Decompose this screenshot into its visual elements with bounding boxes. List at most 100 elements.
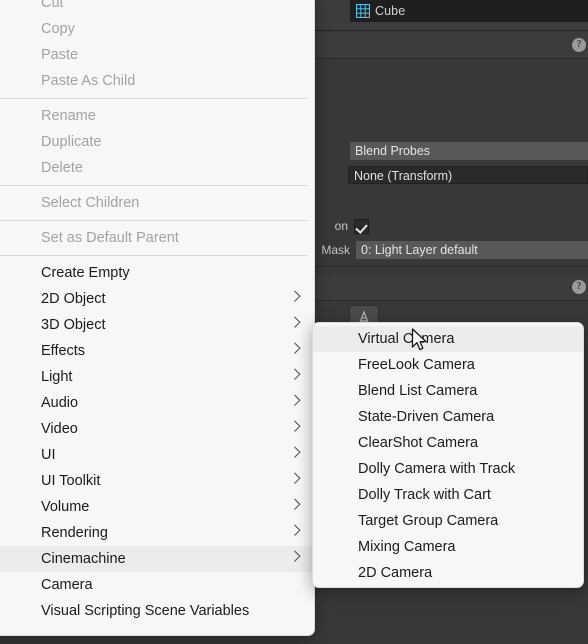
menu-item-label: Light [41,369,73,385]
checkbox-row-label: on [334,219,348,233]
submenu-item-label: Virtual Camera [358,331,455,347]
menu-item-label: Delete [41,160,83,176]
menu-item-label: Cut [41,0,64,11]
submenu-item-label: ClearShot Camera [358,435,479,451]
menu-item-copy: Copy [0,16,314,42]
menu-item-create-empty[interactable]: Create Empty [0,260,314,286]
menu-item-label: 3D Object [41,317,106,333]
menu-item-audio[interactable]: Audio [0,390,314,416]
cast-shadows-row: on [312,217,588,235]
menu-item-label: Paste As Child [41,73,136,89]
inspector-component-header: rer ? [296,31,588,59]
menu-item-label: Video [41,421,78,437]
cast-shadows-checkbox[interactable] [354,218,369,234]
inspector-divider [310,266,588,267]
menu-item-select-children: Select Children [0,190,314,216]
hierarchy-item-cube[interactable]: Cube [350,0,588,22]
menu-item-label: 2D Object [41,291,106,307]
menu-item-effects[interactable]: Effects [0,338,314,364]
menu-item-2d-object[interactable]: 2D Object [0,286,314,312]
menu-item-cut: Cut [0,0,314,16]
menu-item-label: Select Children [41,195,140,211]
submenu-item-label: Dolly Track with Cart [358,487,491,503]
menu-item-light[interactable]: Light [0,364,314,390]
menu-item-paste-as-child: Paste As Child [0,68,314,94]
hierarchy-panel: Cube [310,0,588,31]
menu-item-label: Volume [41,499,90,515]
submenu-item-dolly-camera-with-track[interactable]: Dolly Camera with Track [313,456,583,482]
submenu-item-dolly-track-with-cart[interactable]: Dolly Track with Cart [313,482,583,508]
menu-separator [0,98,308,99]
submenu-item-freelook-camera[interactable]: FreeLook Camera [313,352,583,378]
submenu-item-target-group-camera[interactable]: Target Group Camera [313,508,583,534]
rendering-layer-mask-row: Mask 0: Light Layer default [300,241,588,259]
submenu-item-state-driven-camera[interactable]: State-Driven Camera [313,404,583,430]
rendering-layer-mask-dropdown[interactable]: 0: Light Layer default [356,241,588,259]
submenu-item-mixing-camera[interactable]: Mixing Camera [313,534,583,560]
chevron-right-icon [289,550,301,562]
menu-item-label: Visual Scripting Scene Variables [41,603,250,619]
menu-item-label: Rendering [41,525,108,541]
grid-icon [356,4,370,18]
menu-separator [0,255,308,256]
menu-item-label: Create Empty [41,265,130,281]
menu-item-rename: Rename [0,103,314,129]
chevron-right-icon [289,394,301,406]
menu-item-label: UI [41,447,56,463]
chevron-right-icon [289,446,301,458]
submenu-item-label: FreeLook Camera [358,357,475,373]
chevron-right-icon [289,420,301,432]
submenu-item-label: Blend List Camera [358,383,478,399]
menu-item-label: Duplicate [41,134,102,150]
menu-item-3d-object[interactable]: 3D Object [0,312,314,338]
submenu-item-clearshot-camera[interactable]: ClearShot Camera [313,430,583,456]
menu-item-delete: Delete [0,155,314,181]
help-icon[interactable]: ? [572,280,586,294]
menu-item-set-as-default-parent: Set as Default Parent [0,225,314,251]
chevron-right-icon [289,524,301,536]
menu-item-label: Cinemachine [41,551,126,567]
menu-item-paste: Paste [0,42,314,68]
menu-item-label: Copy [41,21,75,37]
menu-item-label: Audio [41,395,79,411]
chevron-right-icon [289,472,301,484]
context-menu[interactable]: Cut Copy Paste Paste As Child Rename Dup… [0,0,315,636]
anchor-override-object-field[interactable]: None (Transform) [348,166,588,184]
menu-item-duplicate: Duplicate [0,129,314,155]
menu-item-camera[interactable]: Camera [0,572,314,598]
anchor-override-row: None (Transform) [348,166,588,184]
menu-item-rendering[interactable]: Rendering [0,520,314,546]
chevron-right-icon [289,368,301,380]
submenu-item-label: 2D Camera [358,565,433,581]
blend-probes-dropdown[interactable]: Blend Probes [350,142,588,160]
chevron-right-icon [289,498,301,510]
menu-item-volume[interactable]: Volume [0,494,314,520]
chevron-right-icon [289,290,301,302]
hierarchy-item-label: Cube [375,4,406,18]
submenu-item-label: Mixing Camera [358,539,456,555]
menu-item-cinemachine[interactable]: Cinemachine [0,546,314,572]
chevron-right-icon [289,342,301,354]
menu-item-label: Effects [41,343,86,359]
inspector-divider [310,300,588,301]
menu-separator [0,185,308,186]
menu-item-ui[interactable]: UI [0,442,314,468]
menu-item-label: Camera [41,577,93,593]
help-icon[interactable]: ? [572,37,586,52]
menu-item-label: Paste [41,47,79,63]
menu-item-label: Set as Default Parent [41,230,179,246]
menu-item-video[interactable]: Video [0,416,314,442]
submenu-item-virtual-camera[interactable]: Virtual Camera [313,326,583,352]
submenu-item-label: Target Group Camera [358,513,499,529]
menu-item-ui-toolkit[interactable]: UI Toolkit [0,468,314,494]
menu-item-label: Rename [41,108,96,124]
inspector-next-component-header: ? [310,274,588,300]
menu-item-visual-scripting-scene-variables[interactable]: Visual Scripting Scene Variables [0,598,314,624]
submenu-item-blend-list-camera[interactable]: Blend List Camera [313,378,583,404]
cinemachine-submenu[interactable]: Virtual Camera FreeLook Camera Blend Lis… [312,322,584,588]
submenu-item-label: State-Driven Camera [358,409,495,425]
menu-separator [0,220,308,221]
menu-item-label: UI Toolkit [41,473,101,489]
submenu-item-2d-camera[interactable]: 2D Camera [313,560,583,586]
blend-probes-row: Blend Probes [350,142,588,160]
